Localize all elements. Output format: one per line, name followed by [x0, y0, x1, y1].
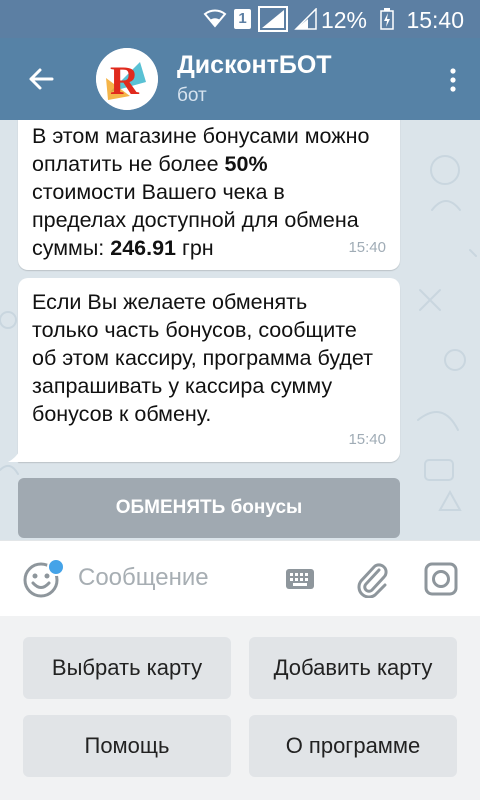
about-button[interactable]: О программе [249, 715, 457, 777]
message-text-bold: 246.91 [110, 236, 176, 260]
message-bubble: В этом магазине бонусами можно оплатить … [18, 120, 400, 270]
keyboard-icon[interactable] [285, 568, 315, 590]
message-time: 15:40 [348, 431, 386, 448]
sim-card-icon: 1 [234, 9, 251, 29]
clock: 15:40 [406, 7, 464, 33]
chat-title[interactable]: ДисконтБОТ [177, 51, 332, 80]
message-time: 15:40 [348, 239, 386, 256]
message-text-part: грн [176, 236, 214, 260]
message-text: В этом магазине бонусами можно оплатить … [32, 122, 377, 262]
message-text-bold: 50% [224, 152, 268, 176]
bubble-tail [8, 450, 20, 462]
more-vert-icon[interactable] [450, 68, 456, 92]
reply-keyboard: Выбрать карту Добавить карту Помощь О пр… [0, 616, 480, 800]
notification-dot [47, 558, 65, 576]
signal-icon-2 [294, 8, 317, 30]
message-text: Если Вы желаете обменять только часть бо… [32, 288, 377, 428]
message-text-part: Если Вы желаете обменять только часть бо… [32, 290, 373, 426]
avatar-logo-letter: R [110, 58, 140, 103]
bot-avatar[interactable]: R [96, 48, 158, 110]
paperclip-icon[interactable] [355, 560, 389, 598]
back-arrow-icon[interactable] [26, 64, 56, 94]
message-input-bar: Сообщение [0, 540, 480, 617]
message-bubble: Если Вы желаете обменять только часть бо… [8, 278, 400, 462]
add-card-button[interactable]: Добавить карту [249, 637, 457, 699]
battery-icon [380, 8, 394, 30]
status-bar: 1 12% 15:40 [0, 0, 480, 38]
signal-icon [258, 6, 288, 32]
app-bar: R ДисконтБОТ бот [0, 38, 480, 120]
select-card-button[interactable]: Выбрать карту [23, 637, 231, 699]
message-text-part: В этом магазине бонусами можно оплатить … [32, 124, 370, 176]
chat-subtitle: бот [177, 85, 207, 106]
wifi-icon [203, 9, 227, 28]
battery-percent: 12% [320, 7, 367, 33]
exchange-bonuses-button[interactable]: ОБМЕНЯТЬ бонусы [18, 478, 400, 538]
camera-icon[interactable] [423, 561, 459, 597]
chat-area[interactable]: В этом магазине бонусами можно оплатить … [0, 120, 480, 540]
message-input[interactable]: Сообщение [78, 564, 209, 592]
help-button[interactable]: Помощь [23, 715, 231, 777]
